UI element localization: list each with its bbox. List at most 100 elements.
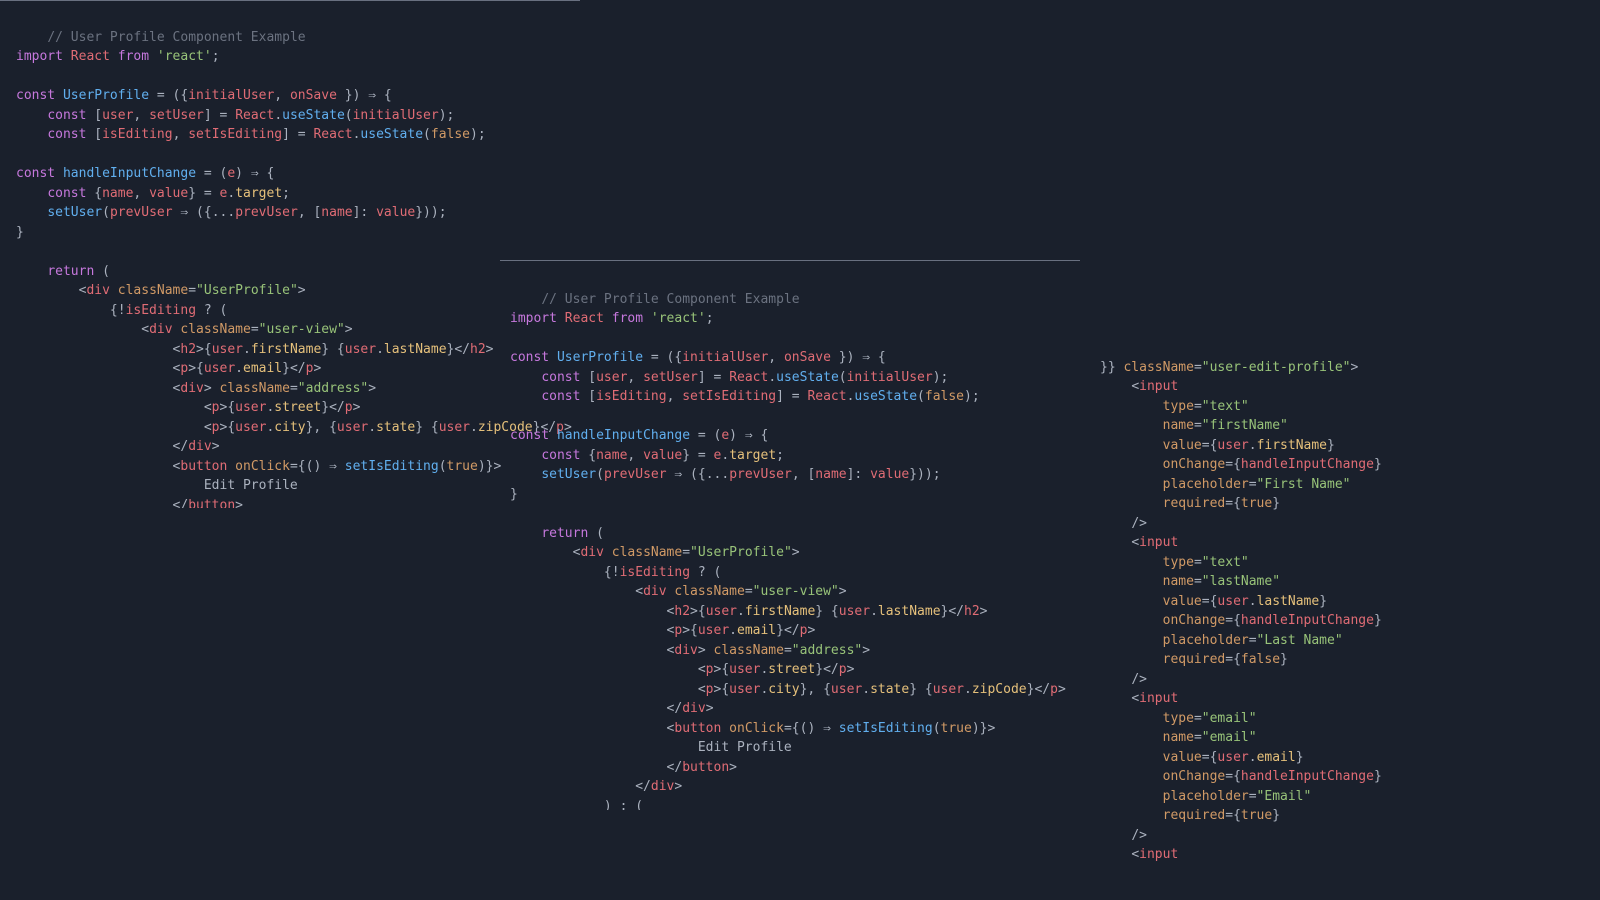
var-user: user	[1217, 750, 1248, 765]
attr-classname: className	[674, 584, 744, 599]
attr-onclick: onClick	[235, 459, 290, 474]
attr-required: required	[1163, 808, 1226, 823]
str-email-name: "email"	[1202, 730, 1257, 745]
str-text: "text"	[1202, 399, 1249, 414]
comment: // User Profile Component Example	[541, 292, 799, 307]
attr-classname: className	[612, 545, 682, 560]
var-user: user	[839, 604, 870, 619]
prop-firstname: firstName	[251, 342, 321, 357]
var-value: value	[376, 205, 415, 220]
var-user: user	[933, 682, 964, 697]
tag-button: button	[188, 498, 235, 509]
kw-const: const	[510, 428, 549, 443]
param-onsave: onSave	[290, 88, 337, 103]
param-onsave: onSave	[784, 350, 831, 365]
attr-name: name	[1163, 574, 1194, 589]
var-user: user	[729, 682, 760, 697]
tag-p: p	[706, 682, 714, 697]
attr-type: type	[1163, 399, 1194, 414]
kw-return: return	[541, 526, 588, 541]
ident-react: React	[235, 108, 274, 123]
fn-handleinputchange: handleInputChange	[557, 428, 690, 443]
bool-false: false	[431, 127, 470, 142]
prop-lastname: lastName	[1257, 594, 1320, 609]
var-setisediting: setIsEditing	[188, 127, 282, 142]
var-initialuser: initialUser	[847, 370, 933, 385]
attr-classname: className	[220, 381, 290, 396]
divider-top	[0, 0, 580, 1]
var-setisediting: setIsEditing	[682, 389, 776, 404]
tag-p: p	[839, 662, 847, 677]
code-pane-1: // User Profile Component Example import…	[16, 8, 576, 508]
var-user: user	[439, 420, 470, 435]
tag-h2: h2	[180, 342, 196, 357]
tag-div: div	[580, 545, 603, 560]
str-userprofile: "UserProfile"	[690, 545, 792, 560]
str-react: 'react'	[651, 311, 706, 326]
param-initialuser: initialUser	[188, 88, 274, 103]
var-value: value	[643, 448, 682, 463]
ident-react: React	[313, 127, 352, 142]
divider-middle	[500, 260, 1080, 261]
var-prevuser: prevUser	[235, 205, 298, 220]
ident-react: React	[807, 389, 846, 404]
var-name: name	[815, 467, 846, 482]
kw-from: from	[118, 49, 149, 64]
bool-false: false	[925, 389, 964, 404]
var-prevuser: prevUser	[110, 205, 173, 220]
param-e: e	[227, 166, 235, 181]
fn-usestate: useState	[776, 370, 839, 385]
attr-placeholder: placeholder	[1163, 477, 1249, 492]
code-pane-3: }} className="user-edit-profile"> <input…	[1100, 338, 1590, 868]
var-prevuser: prevUser	[604, 467, 667, 482]
str-usereditprofile: "user-edit-profile"	[1202, 360, 1351, 375]
var-user: user	[831, 682, 862, 697]
ident-react: React	[71, 49, 110, 64]
var-user: user	[596, 370, 627, 385]
var-user: user	[235, 420, 266, 435]
ident-react: React	[565, 311, 604, 326]
prop-target: target	[729, 448, 776, 463]
str-userview: "user-view"	[259, 322, 345, 337]
prop-street: street	[768, 662, 815, 677]
prop-lastname: lastName	[878, 604, 941, 619]
tag-input: input	[1139, 535, 1178, 550]
fn-setuser: setUser	[541, 467, 596, 482]
kw-const: const	[16, 88, 55, 103]
attr-required: required	[1163, 496, 1226, 511]
prop-firstname: firstName	[1257, 438, 1327, 453]
var-user: user	[706, 604, 737, 619]
kw-const: const	[541, 448, 580, 463]
tag-input: input	[1139, 379, 1178, 394]
var-name: name	[596, 448, 627, 463]
var-isediting: isEditing	[620, 565, 690, 580]
tag-p: p	[212, 400, 220, 415]
str-firstname: "firstName"	[1202, 418, 1288, 433]
var-user: user	[212, 342, 243, 357]
kw-return: return	[47, 264, 94, 279]
fn-usestate: useState	[360, 127, 423, 142]
prop-state: state	[376, 420, 415, 435]
var-handleinputchange: handleInputChange	[1241, 457, 1374, 472]
var-user: user	[204, 361, 235, 376]
attr-onclick: onClick	[729, 721, 784, 736]
tag-p: p	[1050, 682, 1058, 697]
kw-const: const	[510, 350, 549, 365]
kw-from: from	[612, 311, 643, 326]
text-editprofile: Edit Profile	[698, 740, 792, 755]
attr-classname: className	[180, 322, 250, 337]
str-lastname-ph: "Last Name"	[1257, 633, 1343, 648]
attr-name: name	[1163, 730, 1194, 745]
kw-const: const	[47, 127, 86, 142]
str-firstname-ph: "First Name"	[1257, 477, 1351, 492]
tag-div: div	[86, 283, 109, 298]
tag-p: p	[345, 400, 353, 415]
var-user: user	[337, 420, 368, 435]
var-user: user	[235, 400, 266, 415]
attr-placeholder: placeholder	[1163, 633, 1249, 648]
attr-type: type	[1163, 711, 1194, 726]
var-handleinputchange: handleInputChange	[1241, 769, 1374, 784]
tag-button: button	[674, 721, 721, 736]
prop-firstname: firstName	[745, 604, 815, 619]
var-isediting: isEditing	[126, 303, 196, 318]
